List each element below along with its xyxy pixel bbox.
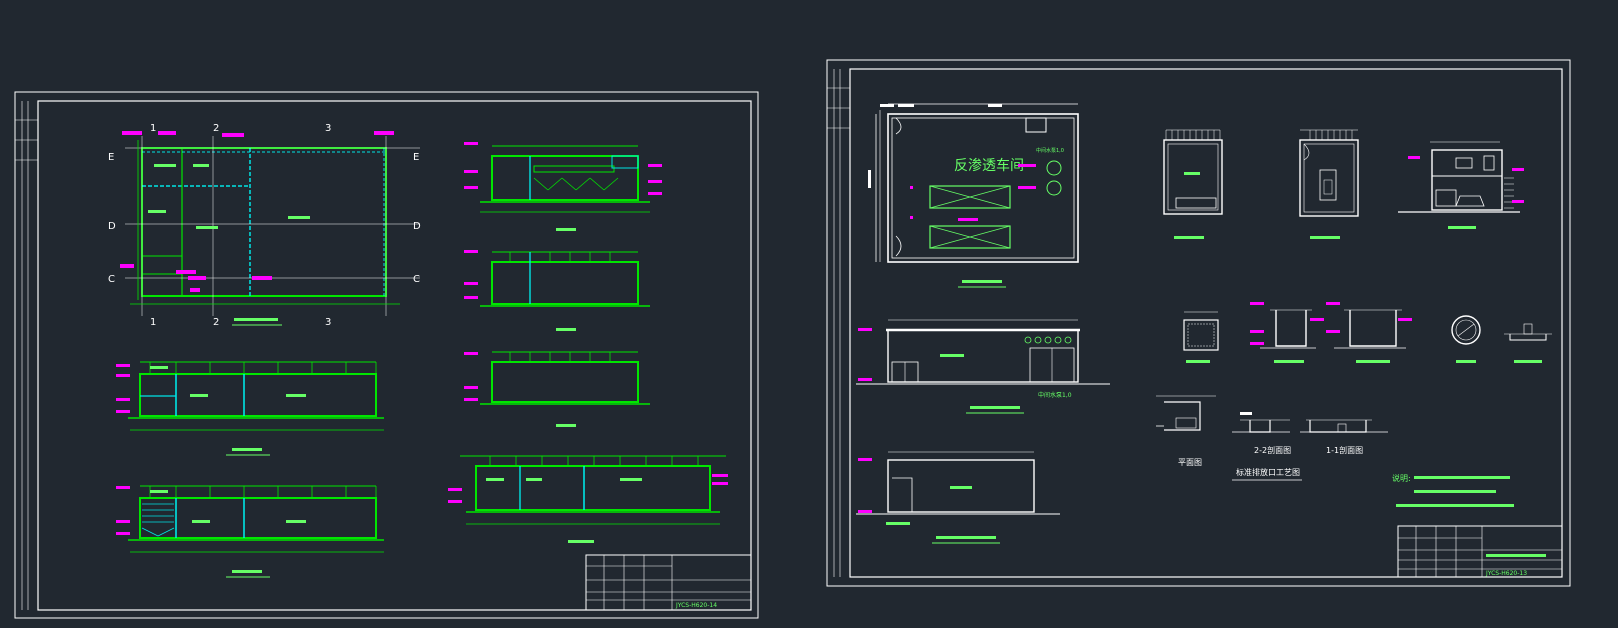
sheet-1-binding-strip bbox=[15, 101, 38, 610]
grid-label-row-c-right: C bbox=[413, 274, 420, 285]
sheet-2-title-block: JYCS-H620-13 bbox=[1397, 525, 1563, 578]
small-room-section-3 bbox=[1398, 141, 1524, 229]
section-right-1 bbox=[464, 142, 662, 231]
grid-label-row-e: E bbox=[108, 152, 114, 163]
sheet-2-inner-frame bbox=[849, 68, 1563, 578]
notes-label: 说明: bbox=[1392, 473, 1411, 483]
grid-label-col-1: 1 bbox=[150, 123, 156, 134]
grid-label-col-2-bottom: 2 bbox=[213, 317, 219, 328]
outfall-plan: 平面图 bbox=[1156, 395, 1216, 467]
sheet-1-drawing-number: JYCS-H620-14 bbox=[675, 602, 717, 609]
bottom-section bbox=[856, 451, 1060, 544]
grid-label-row-d: D bbox=[108, 221, 116, 232]
detail-small-section-2 bbox=[1326, 302, 1412, 363]
detail-small-plan bbox=[1183, 311, 1219, 363]
sheet-1-inner-frame bbox=[37, 100, 752, 611]
section-bottom-left bbox=[116, 485, 384, 578]
pump-label-1: 中间水泵1,0 bbox=[1036, 147, 1064, 154]
small-room-plan-1 bbox=[1163, 129, 1223, 239]
section-right-2 bbox=[464, 250, 650, 331]
outfall-section-2-2-label: 2-2剖面图 bbox=[1254, 445, 1291, 455]
section-right-3 bbox=[464, 351, 650, 427]
detail-small-section-1 bbox=[1250, 302, 1324, 363]
cad-viewport[interactable]: 1 2 3 E D C E D C 1 2 3 JYCS-H620-14 反渗透… bbox=[0, 0, 1618, 628]
sheet-1: 1 2 3 E D C E D C 1 2 3 JYCS-H620-14 bbox=[14, 91, 759, 619]
sheet-2-drawing-number: JYCS-H620-13 bbox=[1485, 570, 1527, 577]
outfall-section-1-1-label: 1-1剖面图 bbox=[1326, 445, 1363, 455]
pump-circle-1 bbox=[1046, 160, 1062, 176]
sheet-2: 反渗透车间 中间水泵1,0 中间水泵1,0 平面图 2-2剖面图 1-1剖面图 … bbox=[826, 59, 1571, 587]
section-right-4 bbox=[448, 455, 728, 543]
plan-view-1: 1 2 3 E D C E D C 1 2 3 bbox=[108, 123, 421, 328]
outfall-section-2-2: 2-2剖面图 bbox=[1232, 412, 1291, 455]
outfall-section-1-1: 1-1剖面图 bbox=[1300, 419, 1388, 455]
grid-label-row-c: C bbox=[108, 274, 115, 285]
sheet-2-binding-strip bbox=[827, 69, 850, 577]
grid-label-col-2: 2 bbox=[213, 123, 219, 134]
pump-circle-2 bbox=[1046, 180, 1062, 196]
sheet-1-title-block: JYCS-H620-14 bbox=[585, 554, 752, 611]
ro-workshop-title: 反渗透车间 bbox=[954, 157, 1024, 174]
ro-workshop-plan: 反渗透车间 中间水泵1,0 bbox=[868, 103, 1079, 288]
detail-round-well bbox=[1451, 315, 1481, 363]
grid-label-col-3: 3 bbox=[325, 123, 331, 134]
section-c bbox=[116, 361, 384, 456]
notes-block: 说明: bbox=[1392, 473, 1514, 507]
grid-label-row-e-right: E bbox=[413, 152, 419, 163]
outfall-group-title: 标准排放口工艺图 bbox=[1236, 467, 1300, 477]
outfall-plan-label: 平面图 bbox=[1178, 458, 1202, 467]
grid-label-row-d-right: D bbox=[413, 221, 421, 232]
detail-cover-section bbox=[1504, 323, 1552, 363]
grid-label-col-1-bottom: 1 bbox=[150, 317, 156, 328]
elevation-pump-label: 中间水泵1,0 bbox=[1038, 391, 1072, 399]
workshop-elevation: 中间水泵1,0 bbox=[856, 319, 1110, 414]
grid-label-col-3-bottom: 3 bbox=[325, 317, 331, 328]
small-room-plan-2 bbox=[1299, 129, 1359, 239]
